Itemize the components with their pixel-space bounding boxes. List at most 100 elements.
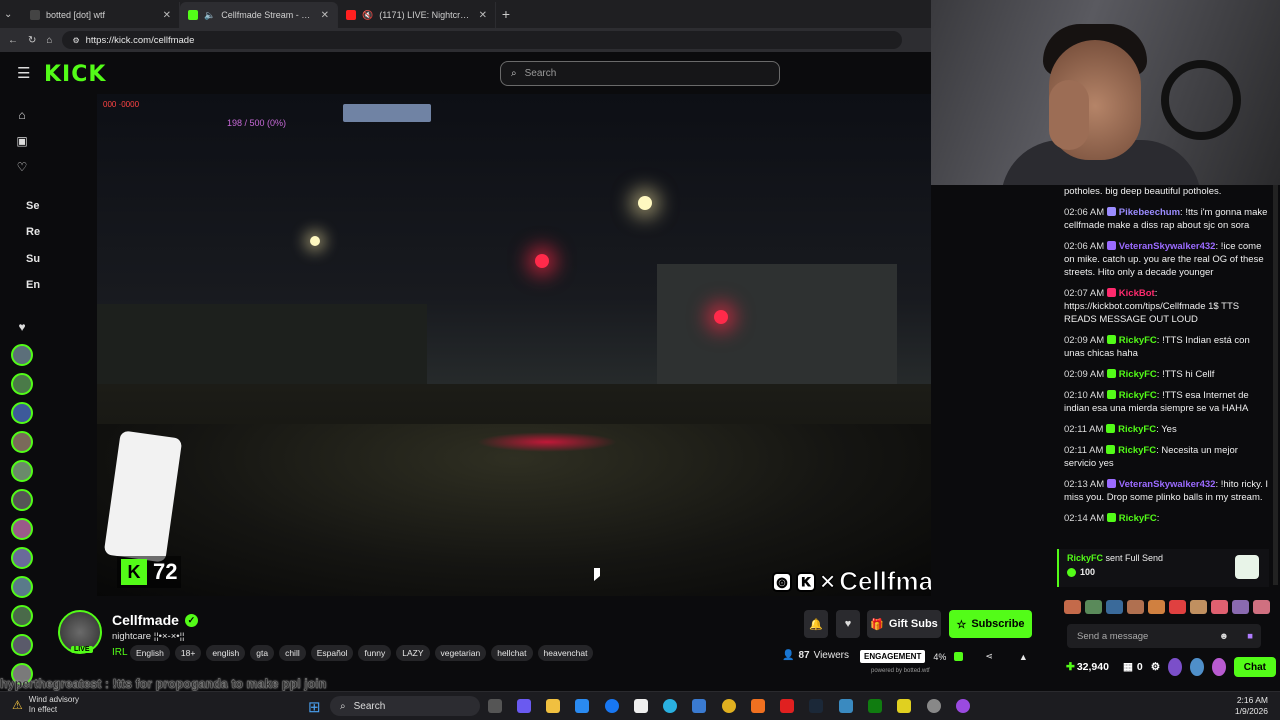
emoji-smiley-icon[interactable]: ☻ bbox=[1219, 631, 1229, 642]
report-warning-icon[interactable]: ▲ bbox=[1019, 652, 1028, 662]
steam-icon[interactable] bbox=[809, 699, 823, 713]
share-icon[interactable]: ⋖ bbox=[985, 651, 993, 662]
browser-tab-3[interactable]: 🔇 (1171) LIVE: Nightcrawl | L ✕ bbox=[338, 2, 496, 28]
channel-name-row[interactable]: Cellfmade ✓ bbox=[112, 612, 198, 628]
emote-icon[interactable] bbox=[1148, 600, 1165, 614]
taskbar-search[interactable]: ⌕ Search bbox=[330, 696, 480, 716]
copilot-icon[interactable] bbox=[517, 699, 531, 713]
search-input[interactable]: ⌕ Search bbox=[500, 61, 780, 86]
stream-tag[interactable]: heavenchat bbox=[537, 645, 594, 661]
followed-channel-avatar[interactable] bbox=[11, 489, 33, 511]
chat-username[interactable]: KickBot bbox=[1119, 288, 1155, 299]
emote-menu-icon[interactable]: ■ bbox=[1247, 631, 1253, 642]
followed-channel-avatar[interactable] bbox=[11, 547, 33, 569]
emote-icon[interactable] bbox=[1106, 600, 1123, 614]
chat-send-button[interactable]: Chat bbox=[1233, 657, 1276, 677]
emote-icon[interactable] bbox=[1085, 600, 1102, 614]
followed-channel-avatar[interactable] bbox=[11, 576, 33, 598]
followed-channel-avatar[interactable] bbox=[11, 460, 33, 482]
windows-start-icon[interactable]: ⊞ bbox=[308, 698, 321, 716]
chat-username[interactable]: RickyFC bbox=[1119, 390, 1157, 401]
xbox-icon[interactable] bbox=[868, 699, 882, 713]
menu-hamburger-icon[interactable]: ☰ bbox=[17, 64, 30, 82]
stream-tag[interactable]: funny bbox=[358, 645, 392, 661]
followed-channel-avatar[interactable] bbox=[11, 373, 33, 395]
notification-bell-button[interactable]: 🔔 bbox=[804, 610, 828, 638]
tab-close-icon[interactable]: ✕ bbox=[321, 10, 329, 21]
back-arrow-icon[interactable]: ← bbox=[8, 35, 18, 46]
emote-icon[interactable] bbox=[1232, 600, 1249, 614]
kick-logo[interactable]: KICK bbox=[44, 62, 106, 87]
tab-close-icon[interactable]: ✕ bbox=[479, 10, 487, 21]
chat-username[interactable]: RickyFC bbox=[1119, 513, 1157, 524]
stream-tag[interactable]: English bbox=[130, 645, 170, 661]
extension-icon[interactable] bbox=[1211, 658, 1226, 676]
channel-points[interactable]: 32,940 bbox=[1077, 661, 1109, 673]
home-icon[interactable]: ⌂ bbox=[46, 35, 52, 46]
vlc-icon[interactable] bbox=[751, 699, 765, 713]
notes-icon[interactable] bbox=[897, 699, 911, 713]
subscribe-button[interactable]: ☆ Subscribe bbox=[949, 610, 1032, 638]
app-icon[interactable] bbox=[839, 699, 853, 713]
followed-channel-avatar[interactable] bbox=[11, 402, 33, 424]
inventory-icon[interactable]: ▦ bbox=[1123, 661, 1133, 673]
stream-category[interactable]: IRL bbox=[112, 647, 128, 658]
gift-subs-button[interactable]: 🎁 Gift Subs bbox=[867, 610, 941, 638]
facebook-icon[interactable] bbox=[605, 699, 619, 713]
stream-tag[interactable]: Español bbox=[310, 645, 354, 661]
store-icon[interactable] bbox=[575, 699, 589, 713]
browser-tab-2[interactable]: 🔈 Cellfmade Stream - Watch Live ✕ bbox=[180, 2, 338, 28]
stream-tag[interactable]: vegetarian bbox=[434, 645, 487, 661]
emote-icon[interactable] bbox=[1169, 600, 1186, 614]
following-heart-icon[interactable]: ♡ bbox=[14, 160, 30, 176]
weather-widget[interactable]: ⚠ Wind advisory In effect bbox=[12, 695, 79, 715]
ffz-extension-icon[interactable] bbox=[1190, 658, 1204, 676]
obs-icon[interactable] bbox=[927, 699, 941, 713]
chat-settings-gear-icon[interactable]: ⚙ bbox=[1151, 661, 1160, 673]
followed-channel-avatar[interactable] bbox=[11, 605, 33, 627]
chat-scrollbar[interactable] bbox=[1273, 185, 1278, 585]
chat-username[interactable]: VeteranSkywalker432 bbox=[1119, 479, 1216, 490]
follow-heart-button[interactable]: ♥ bbox=[836, 610, 860, 638]
followed-channel-avatar[interactable] bbox=[11, 634, 33, 656]
app-icon[interactable] bbox=[956, 699, 970, 713]
calculator-icon[interactable] bbox=[692, 699, 706, 713]
gift-user[interactable]: RickyFC bbox=[1067, 553, 1103, 563]
chat-message-input[interactable]: Send a message ☻ ■ bbox=[1067, 624, 1261, 648]
chat-username[interactable]: RickyFC bbox=[1118, 445, 1156, 456]
emote-icon[interactable] bbox=[1190, 600, 1207, 614]
system-clock[interactable]: 2:16 AM 1/9/2026 bbox=[1235, 695, 1268, 717]
new-tab-plus-icon[interactable]: + bbox=[496, 6, 516, 22]
tab-list-chevron-icon[interactable]: ⌄ bbox=[4, 9, 22, 20]
chrome-icon[interactable] bbox=[722, 699, 736, 713]
tab-close-icon[interactable]: ✕ bbox=[163, 10, 171, 21]
stream-tag[interactable]: chill bbox=[279, 645, 306, 661]
emote-icon[interactable] bbox=[1064, 600, 1081, 614]
stream-tag[interactable]: gta bbox=[250, 645, 275, 661]
stream-tag[interactable]: 18+ bbox=[174, 645, 202, 661]
youtube-icon[interactable] bbox=[780, 699, 794, 713]
home-icon[interactable]: ⌂ bbox=[14, 108, 30, 124]
chat-username[interactable]: RickyFC bbox=[1119, 335, 1157, 346]
emote-icon[interactable] bbox=[1253, 600, 1270, 614]
chat-username[interactable]: VeteranSkywalker432 bbox=[1119, 241, 1216, 252]
emote-icon[interactable] bbox=[1127, 600, 1144, 614]
stream-tag[interactable]: hellchat bbox=[491, 645, 533, 661]
7tv-extension-icon[interactable] bbox=[1168, 658, 1182, 676]
stream-tag[interactable]: english bbox=[206, 645, 246, 661]
reload-icon[interactable]: ↻ bbox=[28, 35, 36, 46]
video-player[interactable]: 000 ·0000 198 / 500 (0%) K 72 ◎ K × Cell… bbox=[97, 94, 931, 596]
file-explorer-icon[interactable] bbox=[546, 699, 560, 713]
browse-icon[interactable]: ▣ bbox=[14, 134, 30, 150]
followed-channel-avatar[interactable] bbox=[11, 518, 33, 540]
followed-channel-avatar[interactable] bbox=[11, 431, 33, 453]
browser-tab-1[interactable]: botted [dot] wtf ✕ bbox=[22, 2, 180, 28]
emote-icon[interactable] bbox=[1211, 600, 1228, 614]
url-bar[interactable]: ⚙ https://kick.com/cellfmade bbox=[62, 31, 903, 49]
task-view-icon[interactable] bbox=[488, 699, 502, 713]
amazon-icon[interactable] bbox=[634, 699, 648, 713]
chat-username[interactable]: Pikebeechum bbox=[1119, 207, 1180, 218]
edge-icon[interactable] bbox=[663, 699, 677, 713]
chat-username[interactable]: RickyFC bbox=[1118, 424, 1156, 435]
stream-tag[interactable]: LAZY bbox=[396, 645, 430, 661]
